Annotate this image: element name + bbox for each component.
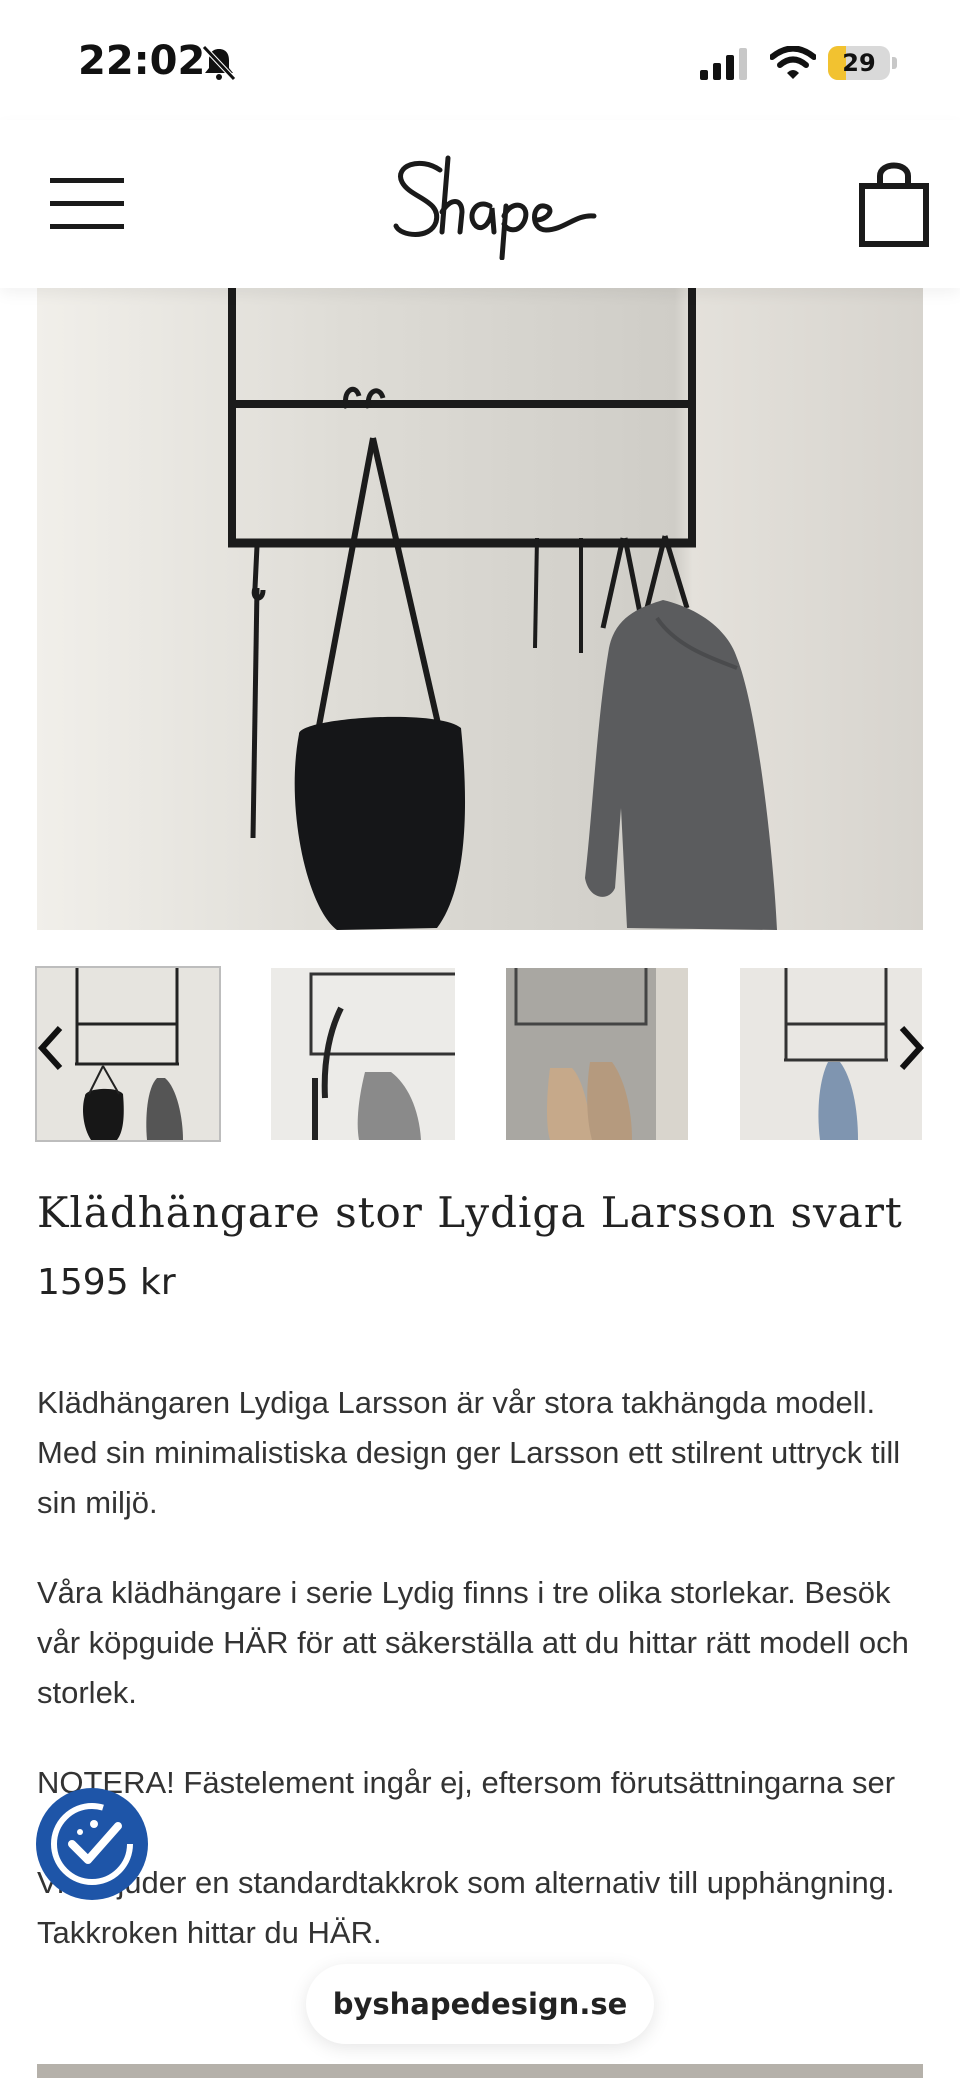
chevron-right-icon[interactable] <box>892 1018 932 1078</box>
clothes-rack-photo <box>37 288 923 930</box>
site-header <box>0 120 960 288</box>
thumbnail-carousel <box>0 966 960 1144</box>
product-price: 1595 kr <box>37 1262 176 1303</box>
thumbnail-3[interactable] <box>506 968 688 1140</box>
description-paragraph: Våra klädhängare i serie Lydig finns i t… <box>37 1575 909 1710</box>
thumbnail-2[interactable] <box>271 968 455 1140</box>
product-main-image[interactable] <box>37 288 923 930</box>
description-paragraph: Vi erbjuder en standardtakkrok som alter… <box>37 1865 895 1950</box>
status-bar: 22:02 29 <box>0 0 960 120</box>
battery-level: 29 <box>842 49 876 77</box>
browser-url-pill[interactable]: byshapedesign.se <box>306 1964 654 2044</box>
signal-icon <box>700 48 747 80</box>
battery-icon: 29 <box>828 46 898 80</box>
product-title: Klädhängare stor Lydiga Larsson svart <box>37 1188 903 1237</box>
description-paragraph: NOTERA! Fästelement ingår ej, eftersom f… <box>37 1765 896 1850</box>
accessibility-button[interactable] <box>36 1788 148 1900</box>
shape-logo[interactable] <box>380 140 610 260</box>
status-time: 22:02 <box>78 38 206 84</box>
product-description: Klädhängaren Lydiga Larsson är vår stora… <box>37 1378 937 1998</box>
shopping-bag-icon[interactable] <box>858 158 930 248</box>
chevron-left-icon[interactable] <box>30 1018 70 1078</box>
wifi-icon <box>770 46 816 79</box>
bell-muted-icon <box>202 45 236 81</box>
accessibility-check-icon <box>51 1803 133 1885</box>
description-paragraph: Klädhängaren Lydiga Larsson är vår stora… <box>37 1385 901 1520</box>
hamburger-menu-icon[interactable] <box>50 178 124 230</box>
next-image-edge <box>37 2064 923 2078</box>
